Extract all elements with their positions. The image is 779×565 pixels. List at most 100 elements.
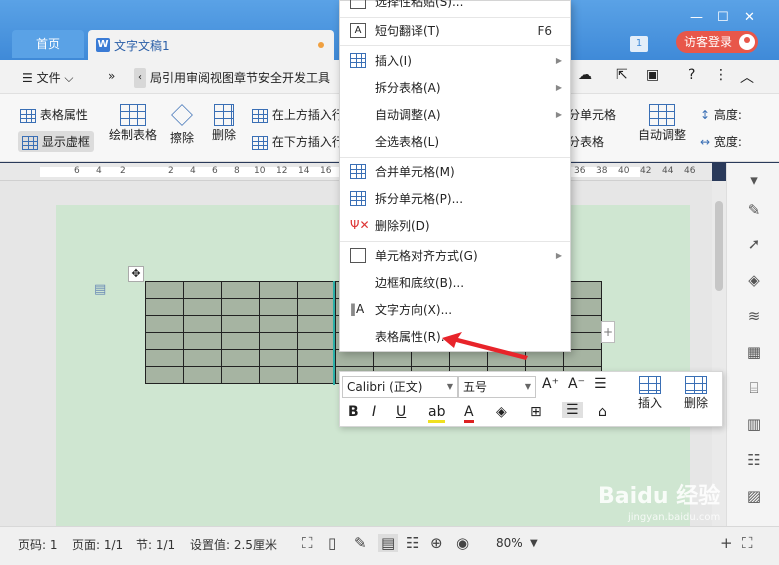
grow-font-icon[interactable]: A⁺ <box>542 376 559 392</box>
vertical-scrollbar[interactable] <box>712 181 726 526</box>
close-icon[interactable]: ✕ <box>744 10 755 25</box>
fill-color-icon[interactable]: ◈ <box>496 404 507 420</box>
pen-icon[interactable]: ✎ <box>744 201 764 219</box>
font-size-select[interactable]: 五号 ▼ <box>458 376 536 398</box>
minimize-icon[interactable]: — <box>690 10 703 25</box>
pen-mode-icon[interactable]: ✎ <box>354 534 367 552</box>
floating-format-toolbar: Calibri (正文) ▼ 五号 ▼ A⁺ A⁻ ☰ B I U ab A ◈… <box>339 371 723 427</box>
ruler-tick: 6 <box>212 166 218 176</box>
ruler-tick: 2 <box>120 166 126 176</box>
more-icon[interactable]: ⋮ <box>714 67 728 83</box>
login-button[interactable]: 访客登录 <box>676 31 758 53</box>
watermark-brand: Baidu 经验 <box>598 484 721 509</box>
clipboard-icon[interactable]: ▣ <box>646 67 659 83</box>
menu-item-delete-column[interactable]: Ψ✕ 删除列(D) <box>340 213 570 239</box>
table-properties-button[interactable]: 表格属性 <box>20 106 88 123</box>
web-view-icon[interactable]: ⊕ <box>430 534 443 552</box>
layers-icon[interactable]: ≋ <box>744 307 764 325</box>
right-side-panel: ▾ ✎ ➚ ◈ ≋ ▦ ⌸ ▥ ☷ ▨ <box>726 163 779 526</box>
shrink-font-icon[interactable]: A⁻ <box>568 376 585 392</box>
menu-separator <box>340 45 570 46</box>
fit-page-icon[interactable]: ⛶ <box>742 534 753 552</box>
scroll-left-icon[interactable]: ‹ <box>134 68 146 88</box>
eye-protection-icon[interactable]: ◉ <box>456 534 469 552</box>
split-cell-button[interactable]: 分单元格 <box>568 106 616 123</box>
menu-item-merge-cells[interactable]: 合并单元格(M) <box>340 159 570 185</box>
menu-item-label: 删除列(D) <box>375 219 430 233</box>
draw-table-button[interactable]: 绘制表格 <box>108 104 158 143</box>
zoom-level[interactable]: 80% <box>496 536 523 550</box>
underline-icon[interactable]: U <box>396 404 406 420</box>
outline-view-icon[interactable]: ☷ <box>406 534 419 552</box>
scrollbar-thumb[interactable] <box>715 201 723 291</box>
page-view-icon[interactable]: ▤ <box>378 534 399 552</box>
insert-below-label: 在下方插入行 <box>271 135 344 149</box>
cloud-sync-icon[interactable]: ☁ <box>578 67 592 83</box>
menu-item-borders[interactable]: 边框和底纹(B)... <box>340 270 570 296</box>
chart-icon[interactable]: ▥ <box>744 415 764 433</box>
menu-item-insert[interactable]: 插入(I) ▶ <box>340 48 570 74</box>
zoom-in-icon[interactable]: + <box>720 534 733 552</box>
paragraph-options-icon[interactable]: ▤ <box>94 282 106 297</box>
read-mode-icon[interactable]: ▯ <box>328 534 336 552</box>
fullscreen-icon[interactable]: ⛶ <box>302 534 313 552</box>
insert-below-button[interactable]: 在下方插入行 <box>252 133 344 150</box>
shapes-icon[interactable]: ◈ <box>744 271 764 289</box>
italic-icon[interactable]: I <box>372 404 376 420</box>
zoom-dropdown-icon[interactable]: ▼ <box>530 538 538 549</box>
delete-button[interactable]: 删除 <box>206 104 242 143</box>
add-column-icon[interactable]: + <box>601 321 615 343</box>
window-count-badge[interactable]: 1 <box>630 36 648 52</box>
submenu-arrow-icon: ▶ <box>555 56 562 65</box>
line-spacing-icon[interactable]: ☰ <box>594 376 607 392</box>
font-color-icon[interactable]: A <box>464 404 474 423</box>
width-field[interactable]: ↔ 宽度: <box>700 133 742 150</box>
chevron-right-icon[interactable]: » <box>108 69 115 83</box>
split-table-button[interactable]: 分表格 <box>568 133 604 150</box>
bold-icon[interactable]: B <box>348 404 359 420</box>
format-painter-icon[interactable]: ⌂ <box>598 404 607 420</box>
menu-item-translate[interactable]: A 短句翻译(T) F6 <box>340 18 570 44</box>
collapse-ribbon-icon[interactable]: ︿ <box>740 67 754 87</box>
menu-file[interactable]: ☰ 文件 ⌵ <box>22 69 74 86</box>
insert-above-button[interactable]: 在上方插入行 <box>252 106 344 123</box>
font-family-select[interactable]: Calibri (正文) ▼ <box>342 376 458 398</box>
show-dashed-button[interactable]: 显示虚框 <box>18 131 94 152</box>
align-icon[interactable]: ☰ <box>562 402 583 418</box>
settings-sliders-icon[interactable]: ☷ <box>744 451 764 469</box>
height-field[interactable]: ↕ 高度: <box>700 106 742 123</box>
menu-item-label: 选择性粘贴(S)... <box>375 0 464 9</box>
table-move-handle-icon[interactable]: ✥ <box>128 266 144 282</box>
section-count: 节: 1/1 <box>136 538 176 552</box>
menu-item-split-table[interactable]: 拆分表格(A) ▶ <box>340 75 570 101</box>
help-icon[interactable]: ? <box>688 67 695 83</box>
text-direction-icon: ‖A <box>350 302 365 316</box>
maximize-icon[interactable]: ☐ <box>717 10 729 25</box>
tab-document[interactable]: W 文字文稿1 <box>88 30 334 60</box>
menu-item-label: 自动调整(A) <box>375 108 441 122</box>
menu-item-cell-align[interactable]: 单元格对齐方式(G) ▶ <box>340 243 570 269</box>
cursor-select-icon[interactable]: ➚ <box>744 235 764 253</box>
dashed-grid-icon <box>22 135 38 150</box>
menu-item-text-direction[interactable]: ‖A 文字方向(X)... <box>340 297 570 323</box>
toolbar-delete-button[interactable]: 删除 <box>678 376 714 411</box>
menu-item-autofit[interactable]: 自动调整(A) ▶ <box>340 102 570 128</box>
highlight-icon[interactable]: ab <box>428 404 446 423</box>
table-icon[interactable]: ▦ <box>744 343 764 361</box>
erase-button[interactable]: 擦除 <box>166 104 198 146</box>
ruler-tick: 16 <box>320 166 332 176</box>
menu-item-select-table[interactable]: 全选表格(L) <box>340 129 570 155</box>
database-icon[interactable]: ⌸ <box>744 379 764 397</box>
insert-button[interactable]: 插入 <box>632 376 668 411</box>
share-icon[interactable]: ⇱ <box>616 67 628 83</box>
menu-tabs[interactable]: 局引用审阅视图章节安全开发工具 <box>150 69 330 86</box>
autofit-button[interactable]: 自动调整 <box>634 104 690 143</box>
panel-toggle-icon[interactable]: ▾ <box>744 171 764 189</box>
unsaved-dot-icon <box>318 42 324 48</box>
insert-row-below-icon <box>252 135 268 150</box>
menu-item-split-cells[interactable]: 拆分单元格(P)... <box>340 186 570 212</box>
tab-home[interactable]: 首页 <box>12 30 84 58</box>
setting-value[interactable]: 设置值: 2.5厘米 <box>190 536 277 553</box>
menu-item-paste-special[interactable]: 选择性粘贴(S)... <box>340 0 570 15</box>
borders-icon[interactable]: ⊞ <box>530 404 542 420</box>
